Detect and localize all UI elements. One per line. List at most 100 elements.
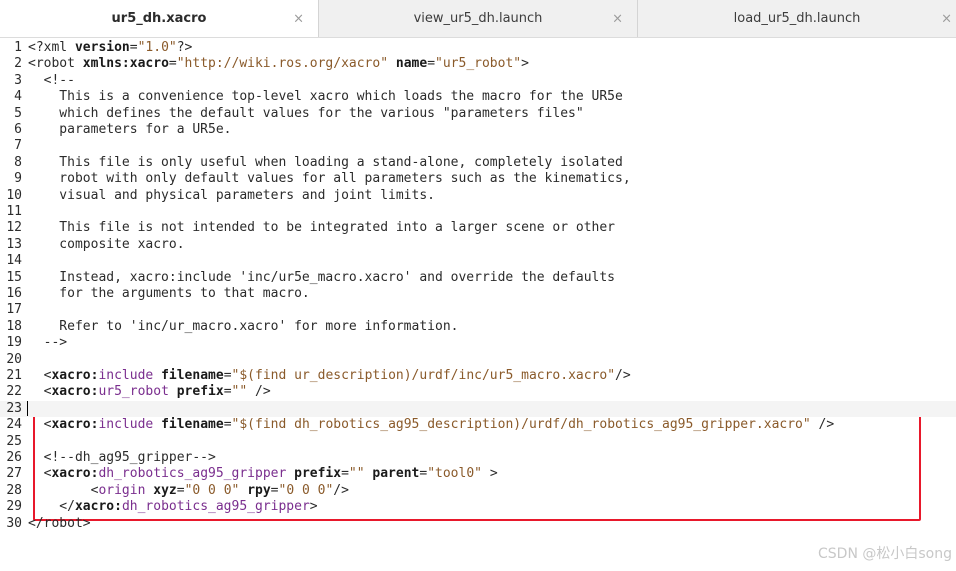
code-token: /> bbox=[810, 417, 835, 433]
code-line[interactable]: 2 <robot xmlns:xacro="http://wiki.ros.org… bbox=[0, 56, 956, 72]
line-code: composite xacro. bbox=[28, 236, 185, 253]
code-token: composite xacro. bbox=[28, 236, 185, 252]
code-line[interactable]: 14 bbox=[0, 253, 956, 269]
line-number: 14 bbox=[6, 253, 22, 269]
tab-bar: ur5_dh.xacro × view_ur5_dh.launch × load_ur5… bbox=[0, 0, 956, 38]
line-number: 29 bbox=[6, 499, 22, 515]
code-line[interactable]: 6 parameters for a UR5e. bbox=[0, 122, 956, 138]
code-line[interactable]: 5 which defines the default values for t… bbox=[0, 106, 956, 122]
code-token: prefix bbox=[176, 384, 224, 400]
code-token: prefix bbox=[294, 466, 342, 482]
code-line[interactable]: 13 composite xacro. bbox=[0, 237, 956, 253]
code-line[interactable]: 24 <xacro:include filename="$(find dh_ro… bbox=[0, 417, 956, 433]
code-line[interactable]: 22 <xacro:ur5_robot prefix="" /> bbox=[0, 384, 956, 400]
code-line[interactable]: 29 </xacro:dh_robotics_ag95_gripper> bbox=[0, 499, 956, 515]
line-number: 9 bbox=[14, 171, 22, 187]
code-token: xacro: bbox=[51, 368, 99, 383]
code-token: < bbox=[28, 56, 36, 72]
code-token: "$(find ur_description)/urdf/inc/ur5_mac… bbox=[231, 368, 616, 383]
tab-0[interactable]: ur5_dh.xacro × bbox=[0, 0, 319, 37]
code-line[interactable]: 19 --> bbox=[0, 335, 956, 351]
code-line[interactable]: 10 visual and physical parameters and jo… bbox=[0, 188, 956, 204]
code-line[interactable]: 3 <!-- bbox=[0, 73, 956, 89]
line-number: 28 bbox=[6, 482, 22, 498]
line-number: 19 bbox=[6, 335, 22, 351]
tab-1[interactable]: view_ur5_dh.launch × bbox=[319, 0, 638, 37]
code-token: "http://wiki.ros.org/xacro" bbox=[176, 56, 389, 72]
line-number: 22 bbox=[6, 384, 22, 400]
code-token: robot bbox=[43, 515, 83, 531]
line-number: 5 bbox=[14, 105, 22, 121]
code-token: = bbox=[341, 466, 349, 482]
code-token: visual and physical parameters and joint… bbox=[28, 187, 435, 203]
line-code: <!-- bbox=[28, 73, 75, 89]
code-token: = bbox=[427, 56, 436, 72]
code-token: = bbox=[223, 368, 232, 383]
code-line[interactable]: 25 bbox=[0, 434, 956, 450]
line-number: 23 bbox=[6, 400, 22, 416]
close-tab-icon[interactable]: × bbox=[612, 11, 623, 26]
code-token: </ bbox=[28, 515, 44, 531]
code-token: = bbox=[270, 482, 279, 498]
code-token: version bbox=[74, 40, 130, 55]
code-line[interactable]: 20 bbox=[0, 352, 956, 368]
code-token: < bbox=[28, 482, 99, 498]
line-number: 3 bbox=[14, 72, 22, 88]
code-token: rpy bbox=[247, 482, 271, 498]
code-line[interactable]: 12 This file is not intended to be integ… bbox=[0, 220, 956, 236]
tab-label: ur5_dh.xacro bbox=[111, 11, 207, 26]
code-token: <? bbox=[28, 40, 44, 55]
code-line[interactable]: 17 bbox=[0, 302, 956, 318]
line-code: <xacro:include filename="$(find dh_robot… bbox=[28, 417, 835, 433]
code-line[interactable]: 7 bbox=[0, 138, 956, 154]
line-code: </robot> bbox=[28, 516, 91, 532]
code-token: > bbox=[309, 499, 318, 515]
code-token: "$(find dh_robotics_ag95_description)/ur… bbox=[231, 417, 811, 433]
code-line[interactable]: 28 <origin xyz="0 0 0" rpy="0 0 0"/> bbox=[0, 483, 956, 499]
code-token: origin bbox=[98, 482, 154, 498]
close-tab-icon[interactable]: × bbox=[293, 11, 304, 26]
code-token: /> bbox=[247, 384, 271, 400]
code-line[interactable]: 30 </robot> bbox=[0, 516, 956, 532]
code-token: /> bbox=[333, 482, 349, 498]
code-line[interactable]: 9 robot with only default values for all… bbox=[0, 171, 956, 187]
code-token: dh_robotics_ag95_gripper bbox=[121, 499, 310, 515]
code-line[interactable]: 8 This file is only useful when loading … bbox=[0, 155, 956, 171]
tab-2[interactable]: load_ur5_dh.launch × bbox=[638, 0, 956, 37]
watermark: CSDN @松小白song bbox=[818, 546, 952, 562]
line-number: 7 bbox=[14, 138, 22, 154]
code-editor[interactable]: 1 <?xml version="1.0"?> 2 <robot xmlns:xacr… bbox=[0, 38, 956, 571]
line-number: 27 bbox=[6, 466, 22, 482]
line-number: 25 bbox=[6, 433, 22, 449]
line-number: 4 bbox=[14, 89, 22, 105]
code-line[interactable]: 23 bbox=[0, 400, 956, 418]
code-line[interactable]: 26 <!--dh_ag95_gripper--> bbox=[0, 450, 956, 466]
code-line[interactable]: 1 <?xml version="1.0"?> bbox=[0, 40, 956, 56]
code-token: = bbox=[129, 40, 138, 55]
code-line[interactable]: 4 This is a convenience top-level xacro … bbox=[0, 89, 956, 105]
code-line[interactable]: 18 Refer to 'inc/ur_macro.xacro' for mor… bbox=[0, 319, 956, 335]
line-code: <robot xmlns:xacro="http://wiki.ros.org/… bbox=[28, 56, 529, 72]
code-line[interactable]: 21 <xacro:include filename="$(find ur_de… bbox=[0, 368, 956, 384]
code-line[interactable]: 16 for the arguments to that macro. bbox=[0, 286, 956, 302]
code-token: = bbox=[223, 384, 232, 400]
line-code: Refer to 'inc/ur_macro.xacro' for more i… bbox=[28, 319, 458, 335]
code-token: < bbox=[28, 417, 52, 433]
code-line[interactable]: 27 <xacro:dh_robotics_ag95_gripper prefi… bbox=[0, 466, 956, 482]
close-tab-icon[interactable]: × bbox=[941, 11, 952, 26]
code-token: filename bbox=[161, 417, 224, 433]
line-code: for the arguments to that macro. bbox=[28, 286, 310, 302]
line-code: which defines the default values for the… bbox=[28, 106, 583, 122]
code-line[interactable]: 15 Instead, xacro:include 'inc/ur5e_macr… bbox=[0, 270, 956, 286]
line-number: 21 bbox=[6, 368, 22, 383]
line-code: This file is only useful when loading a … bbox=[28, 155, 623, 171]
code-token: for the arguments to that macro. bbox=[28, 286, 310, 301]
code-token: xmlns:xacro bbox=[82, 56, 169, 72]
code-token: ?> bbox=[176, 40, 193, 55]
code-token: ur5_robot bbox=[98, 384, 177, 400]
code-token: This file is only useful when loading a … bbox=[28, 154, 623, 170]
code-line[interactable]: 11 bbox=[0, 204, 956, 220]
code-token: "0 0 0" bbox=[278, 482, 334, 498]
